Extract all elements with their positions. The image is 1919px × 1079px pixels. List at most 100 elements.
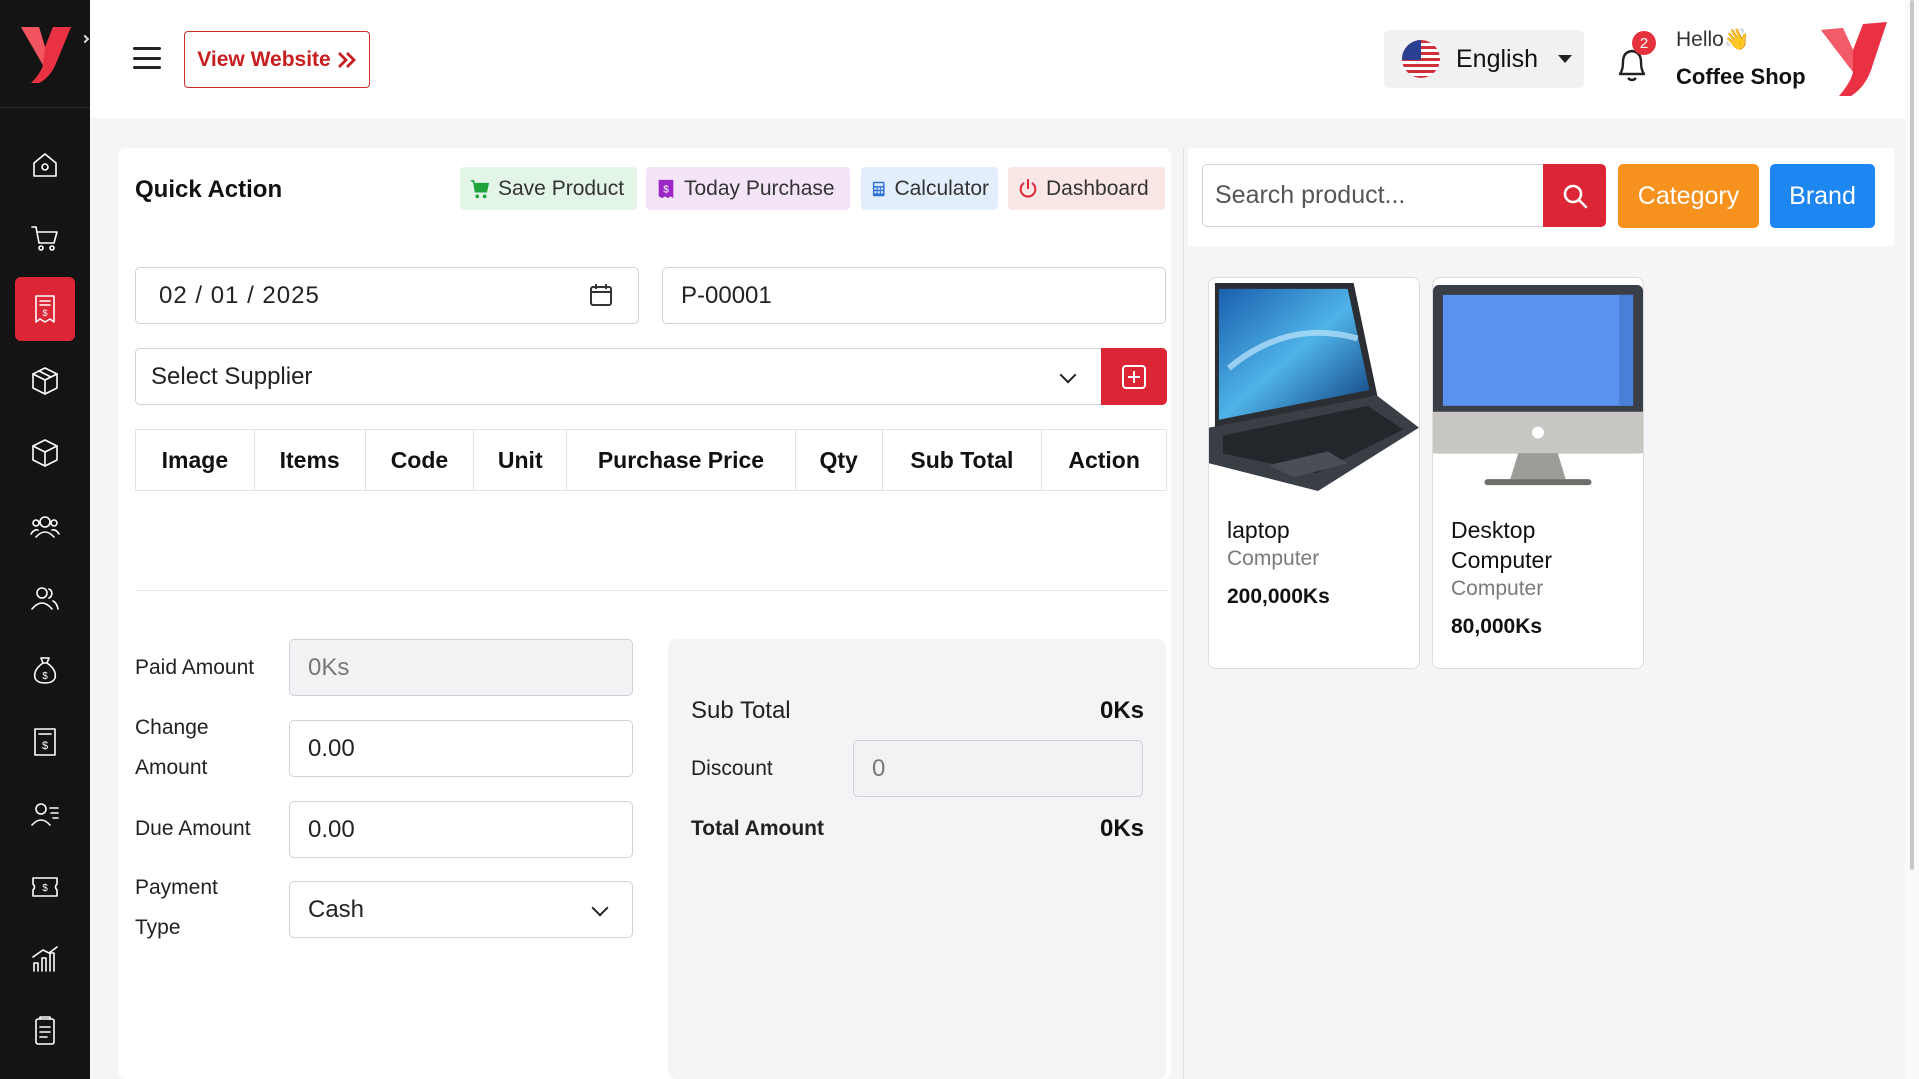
- paid-amount-input[interactable]: 0Ks: [289, 639, 633, 696]
- change-amount-value: 0.00: [308, 734, 355, 762]
- product-name-line2: Computer: [1451, 547, 1552, 573]
- discount-placeholder: 0: [872, 754, 886, 782]
- sidebar-item-staff[interactable]: [15, 782, 75, 846]
- logo[interactable]: [0, 0, 90, 108]
- search-button[interactable]: [1543, 164, 1606, 227]
- avatar[interactable]: [1817, 20, 1893, 100]
- purchase-date-input[interactable]: 02 / 01 / 2025: [135, 267, 639, 324]
- cart-icon: [470, 179, 490, 198]
- page-scrollbar-thumb[interactable]: [1910, 0, 1914, 870]
- language-selector[interactable]: English: [1384, 30, 1584, 88]
- column-header-qty: Qty: [796, 430, 883, 490]
- svg-text:$: $: [42, 883, 48, 894]
- discount-label: Discount: [691, 757, 773, 780]
- sidebar-item-customers[interactable]: [15, 494, 75, 558]
- calculator-label: Calculator: [894, 176, 989, 200]
- sidebar-item-coupons[interactable]: $: [15, 855, 75, 919]
- product-card[interactable]: Desktop Computer Computer 80,000Ks: [1432, 277, 1644, 669]
- search-icon: [1563, 184, 1587, 208]
- brand-logo-icon: [21, 26, 71, 83]
- category-button[interactable]: Category: [1618, 164, 1759, 228]
- user-group-icon: [31, 587, 59, 610]
- product-category: Computer: [1227, 547, 1320, 570]
- column-header-sub-total: Sub Total: [883, 430, 1043, 490]
- supplier-select-label: Select Supplier: [151, 362, 313, 390]
- menu-toggle-button[interactable]: [133, 47, 161, 69]
- change-amount-input[interactable]: 0.00: [289, 720, 633, 777]
- product-name: Desktop Computer: [1433, 515, 1643, 575]
- payment-type-select[interactable]: Cash: [289, 881, 633, 938]
- language-label: English: [1456, 44, 1538, 73]
- search-placeholder: Search product...: [1215, 181, 1406, 209]
- chevron-down-icon: [591, 899, 609, 917]
- save-product-label: Save Product: [498, 176, 625, 200]
- user-list-icon: [31, 803, 59, 826]
- purchase-items-table-header: Image Items Code Unit Purchase Price Qty…: [135, 429, 1167, 491]
- sidebar-item-inventory[interactable]: [15, 421, 75, 485]
- order-summary: Sub Total 0Ks Discount 0 Total Amount 0K…: [668, 639, 1166, 1079]
- today-purchase-button[interactable]: $ Today Purchase: [646, 167, 850, 210]
- sidebar-item-products[interactable]: [15, 349, 75, 413]
- discount-input[interactable]: 0: [853, 740, 1143, 797]
- sidebar-item-suppliers[interactable]: [15, 566, 75, 630]
- sidebar-item-invoices[interactable]: $: [15, 710, 75, 774]
- double-chevron-right-icon: [337, 51, 356, 68]
- svg-text:$: $: [42, 308, 47, 318]
- sidebar-item-home[interactable]: [15, 133, 75, 197]
- product-name: laptop: [1227, 517, 1290, 543]
- chevron-down-icon: [1059, 366, 1077, 384]
- brand-button[interactable]: Brand: [1770, 164, 1875, 228]
- due-amount-label: Due Amount: [135, 817, 251, 840]
- calculator-icon: [872, 181, 885, 196]
- supplier-select[interactable]: Select Supplier: [135, 348, 1103, 405]
- hamburger-line: [133, 56, 161, 60]
- calendar-icon[interactable]: [588, 282, 614, 308]
- sidebar-item-expenses[interactable]: $: [15, 638, 75, 702]
- chart-icon: [32, 946, 58, 972]
- product-card[interactable]: laptop Computer 200,000Ks: [1208, 277, 1420, 669]
- column-header-action: Action: [1068, 446, 1140, 473]
- due-amount-input[interactable]: 0.00: [289, 801, 633, 858]
- reference-number-input[interactable]: P-00001: [662, 267, 1166, 324]
- svg-text:$: $: [42, 740, 48, 752]
- payment-type-value: Cash: [308, 895, 365, 923]
- sidebar-item-purchase[interactable]: $: [15, 277, 75, 341]
- power-icon: [1019, 178, 1037, 197]
- view-website-button[interactable]: View Website: [184, 31, 370, 88]
- purchase-form-card: Quick Action Save Product $ Today Purcha…: [118, 148, 1171, 1079]
- paid-amount-placeholder: 0Ks: [308, 653, 350, 681]
- divider: [135, 590, 1167, 591]
- user-name[interactable]: Coffee Shop: [1676, 64, 1806, 90]
- save-product-button[interactable]: Save Product: [460, 167, 637, 210]
- change-amount-label-line1: Change: [135, 716, 209, 739]
- product-category: Computer: [1451, 577, 1544, 600]
- hamburger-line: [133, 66, 161, 69]
- notification-badge[interactable]: 2: [1632, 31, 1656, 55]
- calculator-button[interactable]: Calculator: [861, 167, 998, 210]
- logo-caret-icon[interactable]: [80, 34, 90, 44]
- column-header-purchase-price: Purchase Price: [567, 430, 796, 490]
- receipt-icon: $: [658, 179, 674, 198]
- dashboard-label: Dashboard: [1046, 176, 1149, 200]
- sidebar-item-sales[interactable]: [15, 206, 75, 270]
- money-bag-icon: $: [33, 657, 57, 684]
- today-purchase-label: Today Purchase: [684, 176, 835, 200]
- add-supplier-button[interactable]: [1101, 348, 1167, 405]
- reference-number-value: P-00001: [681, 281, 772, 309]
- top-header: View Website English 2 Hello👋 Coffee Sho…: [90, 0, 1919, 118]
- product-search-bar: Search product... Category Brand: [1188, 148, 1894, 246]
- payment-type-label-line1: Payment: [135, 876, 218, 899]
- sidebar-item-reports[interactable]: [15, 927, 75, 991]
- cart-icon: [31, 226, 58, 251]
- sidebar-item-settings[interactable]: [15, 999, 75, 1063]
- invoice-icon: $: [34, 728, 56, 756]
- view-website-label: View Website: [197, 47, 331, 71]
- quick-action-title: Quick Action: [135, 176, 283, 203]
- dashboard-button[interactable]: Dashboard: [1008, 167, 1165, 210]
- desktop-computer-image: [1433, 284, 1643, 486]
- column-header-code: Code: [366, 430, 475, 490]
- sub-total-value: 0Ks: [1099, 697, 1144, 724]
- search-input[interactable]: Search product...: [1202, 164, 1544, 227]
- svg-text:$: $: [663, 184, 669, 195]
- us-flag-icon: [1402, 40, 1440, 78]
